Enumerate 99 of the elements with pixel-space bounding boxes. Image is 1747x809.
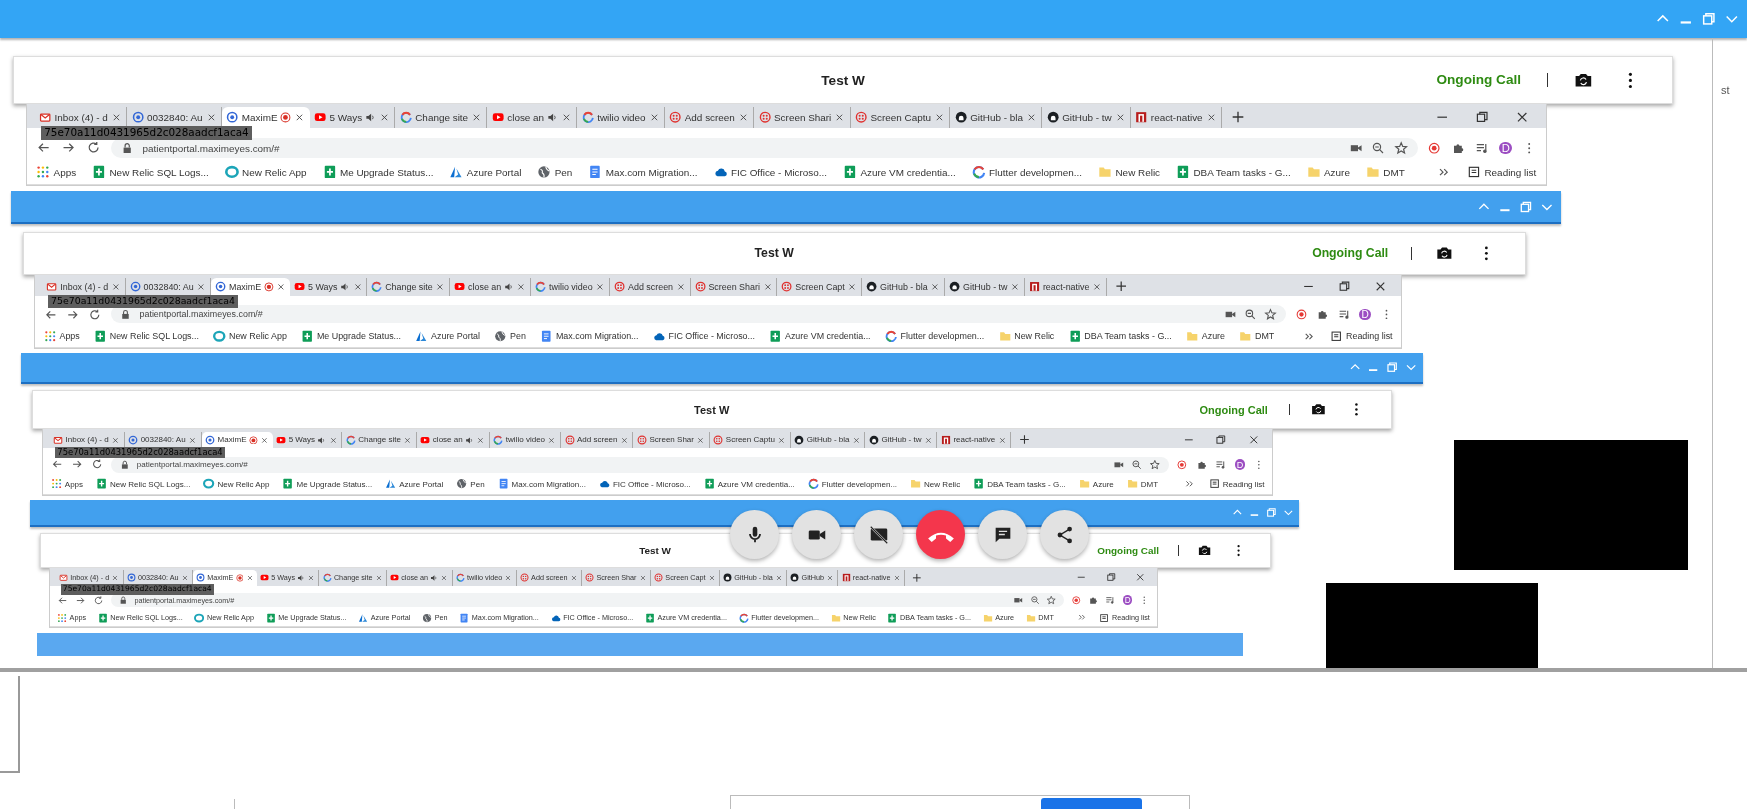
browser-tab[interactable]: GitHub - bla xyxy=(790,431,866,449)
bookmark[interactable]: DBA Team tasks - G... xyxy=(973,478,1066,490)
bookmark[interactable]: Apps xyxy=(36,165,77,179)
bookmark[interactable]: Azure VM credentia... xyxy=(769,329,871,343)
bookmark[interactable]: Me Upgrade Status... xyxy=(301,329,402,343)
bookmark[interactable]: Apps xyxy=(50,478,84,490)
bookmark[interactable]: DMT xyxy=(1239,329,1275,343)
browser-tab[interactable]: Screen Shari xyxy=(690,277,778,297)
browser-tab[interactable]: Add screen xyxy=(664,107,755,128)
browser-tab[interactable]: Change site xyxy=(395,107,488,128)
call-title: Test W xyxy=(754,246,794,261)
bookmark[interactable]: Pen xyxy=(537,165,573,179)
bookmark[interactable]: DBA Team tasks - G... xyxy=(1176,165,1291,179)
address-bar[interactable]: patientportal.maximeyes.com/# xyxy=(110,305,1287,324)
bookmark[interactable]: Apps xyxy=(43,329,80,343)
browser-tab[interactable]: react-native xyxy=(1131,107,1222,128)
bookmark[interactable]: Azure Portal xyxy=(449,165,522,179)
bookmark[interactable]: New Relic xyxy=(998,329,1055,343)
bookmark[interactable]: Flutter developmen... xyxy=(807,478,898,490)
bookmark[interactable]: New Relic SQL Logs... xyxy=(94,329,199,343)
bookmark[interactable]: DBA Team tasks - G... xyxy=(1068,329,1172,343)
bookmark[interactable]: New Relic App xyxy=(213,329,287,343)
browser-tab[interactable]: close an xyxy=(450,277,532,297)
browser-tab[interactable]: close an xyxy=(416,431,490,449)
call-status: Ongoing Call xyxy=(1312,246,1389,261)
bookmark[interactable]: New Relic SQL Logs... xyxy=(96,478,191,490)
bookmark[interactable]: Max.com Migration... xyxy=(540,329,639,343)
browser-tab[interactable]: GitHub - tw xyxy=(945,277,1026,297)
browser-tab[interactable]: MaximE xyxy=(201,431,273,449)
tooltip: 75e70a11d0431965d2c028aadcf1aca4 xyxy=(54,447,226,459)
bookmark[interactable]: New Relic App xyxy=(203,478,270,490)
bookmark[interactable]: Me Upgrade Status... xyxy=(322,165,434,179)
bookmark[interactable]: Flutter developmen... xyxy=(971,165,1083,179)
browser-tab[interactable]: GitHub - bla xyxy=(950,107,1043,128)
call-title: Test W xyxy=(821,72,865,88)
bookmark[interactable]: Azure xyxy=(1186,329,1226,343)
bookmark[interactable]: Pen xyxy=(494,329,526,343)
bookmark[interactable]: DMT xyxy=(1365,165,1405,179)
browser-tab[interactable]: react-native xyxy=(937,431,1012,449)
bookmark[interactable]: Azure xyxy=(1306,165,1350,179)
bookmark[interactable]: Flutter developmen... xyxy=(885,329,985,343)
profile-avatar[interactable]: D xyxy=(1499,141,1513,155)
browser-tab[interactable]: 5 Ways xyxy=(290,277,368,297)
address-bar[interactable]: patientportal.maximeyes.com/# xyxy=(110,138,1418,158)
browser-tab[interactable]: Add screen xyxy=(560,431,634,449)
bookmark[interactable]: FIC Office - Microso... xyxy=(652,329,755,343)
browser-tab[interactable]: Screen Shar xyxy=(633,431,710,449)
profile-avatar[interactable]: D xyxy=(1122,595,1133,605)
bookmark[interactable]: New Relic xyxy=(910,478,961,490)
browser-tab[interactable]: GitHub - bla xyxy=(862,277,946,297)
bookmark[interactable]: Me Upgrade Status... xyxy=(282,478,373,490)
reading-list[interactable]: Reading list xyxy=(1208,478,1265,490)
browser-tab[interactable]: Screen Capt xyxy=(777,277,863,297)
browser-tab[interactable]: Screen Captu xyxy=(709,431,791,449)
browser-tab[interactable]: close an xyxy=(487,107,578,128)
url-text: patientportal.maximeyes.com/# xyxy=(139,309,264,320)
profile-avatar[interactable]: D xyxy=(1359,308,1371,321)
browser-tab[interactable]: GitHub - tw xyxy=(865,431,938,449)
browser-tab[interactable]: twilio video xyxy=(577,107,665,128)
bookmark[interactable]: Azure VM credentia... xyxy=(703,478,795,490)
call-title: Test W xyxy=(639,545,671,557)
side-text: st xyxy=(1721,84,1730,96)
tooltip: 75e70a11d0431965d2c028aadcf1aca4 xyxy=(41,126,252,141)
bookmark[interactable]: New Relic App xyxy=(224,165,307,179)
profile-avatar[interactable]: D xyxy=(1234,459,1246,470)
browser-tab[interactable]: 5 Ways xyxy=(309,107,396,128)
bookmark[interactable]: Azure Portal xyxy=(415,329,481,343)
browser-tab[interactable]: Add screen xyxy=(610,277,691,297)
bookmark[interactable]: DMT xyxy=(1126,478,1159,490)
bookmark[interactable]: New Relic xyxy=(1098,165,1161,179)
browser-tab[interactable]: react-native xyxy=(1025,277,1107,297)
reading-list[interactable]: Reading list xyxy=(1467,165,1537,179)
browser-tab[interactable]: twilio video xyxy=(489,431,561,449)
browser-tab[interactable]: Screen Captu xyxy=(850,107,951,128)
bookmark[interactable]: FIC Office - Microso... xyxy=(713,165,828,179)
browser-tab[interactable]: Change site xyxy=(367,277,451,297)
browser-tab[interactable]: twilio video xyxy=(531,277,611,297)
bookmark[interactable]: Azure VM credentia... xyxy=(843,165,956,179)
bookmark[interactable]: New Relic SQL Logs... xyxy=(92,165,209,179)
call-status: Ongoing Call xyxy=(1199,403,1268,416)
browser-tab[interactable]: GitHub - tw xyxy=(1042,107,1132,128)
browser-tab[interactable]: Screen Shari xyxy=(754,107,851,128)
address-bar[interactable]: patientportal.maximeyes.com/# xyxy=(110,456,1169,473)
url-text: patientportal.maximeyes.com/# xyxy=(142,142,281,154)
bookmark[interactable]: Max.com Migration... xyxy=(497,478,586,490)
call-title: Test W xyxy=(694,403,730,416)
bookmark[interactable]: Azure Portal xyxy=(385,478,444,490)
call-status: Ongoing Call xyxy=(1097,545,1159,557)
reading-list[interactable]: Reading list xyxy=(1330,329,1393,343)
bookmark[interactable]: Pen xyxy=(456,478,485,490)
bookmark[interactable]: Max.com Migration... xyxy=(588,165,698,179)
browser-tab[interactable]: MaximE xyxy=(221,107,310,128)
url-text: patientportal.maximeyes.com/# xyxy=(136,460,249,470)
bookmark[interactable]: Azure xyxy=(1078,478,1114,490)
browser-tab[interactable]: 5 Ways xyxy=(272,431,343,449)
bookmark[interactable]: FIC Office - Microso... xyxy=(598,478,691,490)
browser-tab[interactable]: Change site xyxy=(342,431,417,449)
browser-tab[interactable]: MaximE xyxy=(211,277,291,297)
call-status: Ongoing Call xyxy=(1436,72,1522,88)
